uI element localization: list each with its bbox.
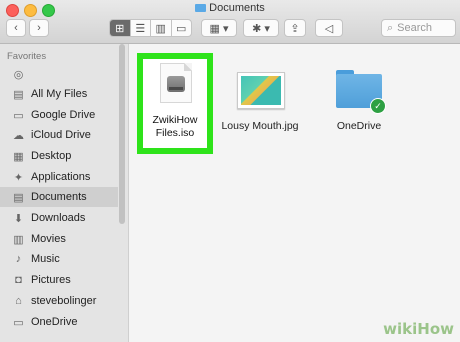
selected-file-highlight[interactable]: ZwikiHow Files.iso: [137, 53, 213, 154]
column-view-button[interactable]: ▥: [151, 20, 172, 36]
forward-button[interactable]: ›: [29, 19, 49, 37]
sidebar-item-onedrive[interactable]: ▭ OneDrive: [0, 312, 118, 332]
desktop-icon: ▦: [13, 150, 24, 163]
sidebar-scrollbar[interactable]: [119, 44, 125, 224]
sidebar-item-downloads[interactable]: ⬇ Downloads: [0, 208, 118, 228]
search-icon: ⌕: [387, 21, 394, 34]
home-icon: ⌂: [15, 295, 22, 307]
icon-view-button[interactable]: ⊞: [110, 20, 131, 36]
chevron-left-icon: ‹: [14, 22, 18, 34]
sidebar: Favorites ◎ ▤ All My Files ▭ Google Drive …: [0, 44, 129, 342]
sidebar-item-icloud-drive[interactable]: ☁ iCloud Drive: [0, 125, 118, 145]
documents-icon: ▤: [13, 191, 24, 204]
download-icon: ⬇: [13, 212, 24, 225]
camera-icon: ◘: [15, 274, 22, 286]
sidebar-item-documents[interactable]: ▤ Documents: [0, 187, 118, 207]
sidebar-header: Favorites: [7, 51, 47, 62]
search-placeholder: Search: [397, 22, 433, 34]
sidebar-item-movies[interactable]: ▥ Movies: [0, 229, 118, 249]
music-icon: ♪: [15, 253, 22, 265]
arrange-button[interactable]: ▦ ▾: [201, 19, 237, 37]
iso-file-label: ZwikiHow Files.iso: [152, 114, 198, 139]
tag-icon: ◁: [324, 22, 334, 35]
disk-image-icon: [167, 76, 185, 92]
window-title: Documents: [0, 2, 460, 14]
view-mode-group: ⊞ ☰ ▥ ▭: [109, 19, 192, 37]
window-title-text: Documents: [209, 2, 265, 14]
image-thumbnail: [241, 76, 281, 105]
sync-check-icon: ✓: [370, 98, 386, 114]
folder-icon: [195, 4, 207, 12]
sidebar-item-music[interactable]: ♪ Music: [0, 249, 118, 269]
sidebar-item-pictures[interactable]: ◘ Pictures: [0, 270, 118, 290]
tags-button[interactable]: ◁: [315, 19, 343, 37]
iso-file-icon: [160, 63, 192, 103]
toolbar: Documents ‹ › ⊞ ☰ ▥ ▭ ▦ ▾ ✱ ▾ ⇪ ◁ ⌕ Sear…: [0, 0, 460, 44]
finder-window: Documents ‹ › ⊞ ☰ ▥ ▭ ▦ ▾ ✱ ▾ ⇪ ◁ ⌕ Sear…: [0, 0, 460, 342]
action-button[interactable]: ✱ ▾: [243, 19, 279, 37]
sidebar-item-applications[interactable]: ✦ Applications: [0, 167, 118, 187]
sidebar-item-home[interactable]: ⌂ stevebolinger: [0, 291, 118, 311]
image-file-label[interactable]: Lousy Mouth.jpg: [218, 120, 302, 132]
chevron-right-icon: ›: [37, 22, 41, 34]
cover-flow-button[interactable]: ▭: [172, 20, 192, 36]
all-files-icon: ▤: [13, 88, 24, 101]
share-icon: ⇪: [290, 22, 300, 35]
sidebar-item-google-drive[interactable]: ▭ Google Drive: [0, 105, 118, 125]
airdrop-icon: ◎: [13, 68, 24, 81]
film-icon: ▥: [13, 233, 24, 246]
onedrive-folder-label[interactable]: OneDrive: [322, 120, 396, 132]
cloud-icon: ☁: [13, 129, 24, 142]
back-button[interactable]: ‹: [6, 19, 26, 37]
image-file-icon[interactable]: [237, 72, 285, 109]
search-field[interactable]: ⌕ Search: [381, 19, 456, 37]
sidebar-item-desktop[interactable]: ▦ Desktop: [0, 146, 118, 166]
list-view-button[interactable]: ☰: [131, 20, 151, 36]
folder-icon: ▭: [13, 316, 24, 329]
sidebar-item-airdrop[interactable]: ◎: [0, 64, 118, 84]
watermark: wikiHow: [383, 320, 454, 338]
iso-file-item[interactable]: ZwikiHow Files.iso: [143, 59, 207, 148]
applications-icon: ✦: [13, 171, 24, 184]
sidebar-item-all-my-files[interactable]: ▤ All My Files: [0, 84, 118, 104]
drive-icon: ▭: [13, 109, 24, 122]
share-button[interactable]: ⇪: [284, 19, 306, 37]
